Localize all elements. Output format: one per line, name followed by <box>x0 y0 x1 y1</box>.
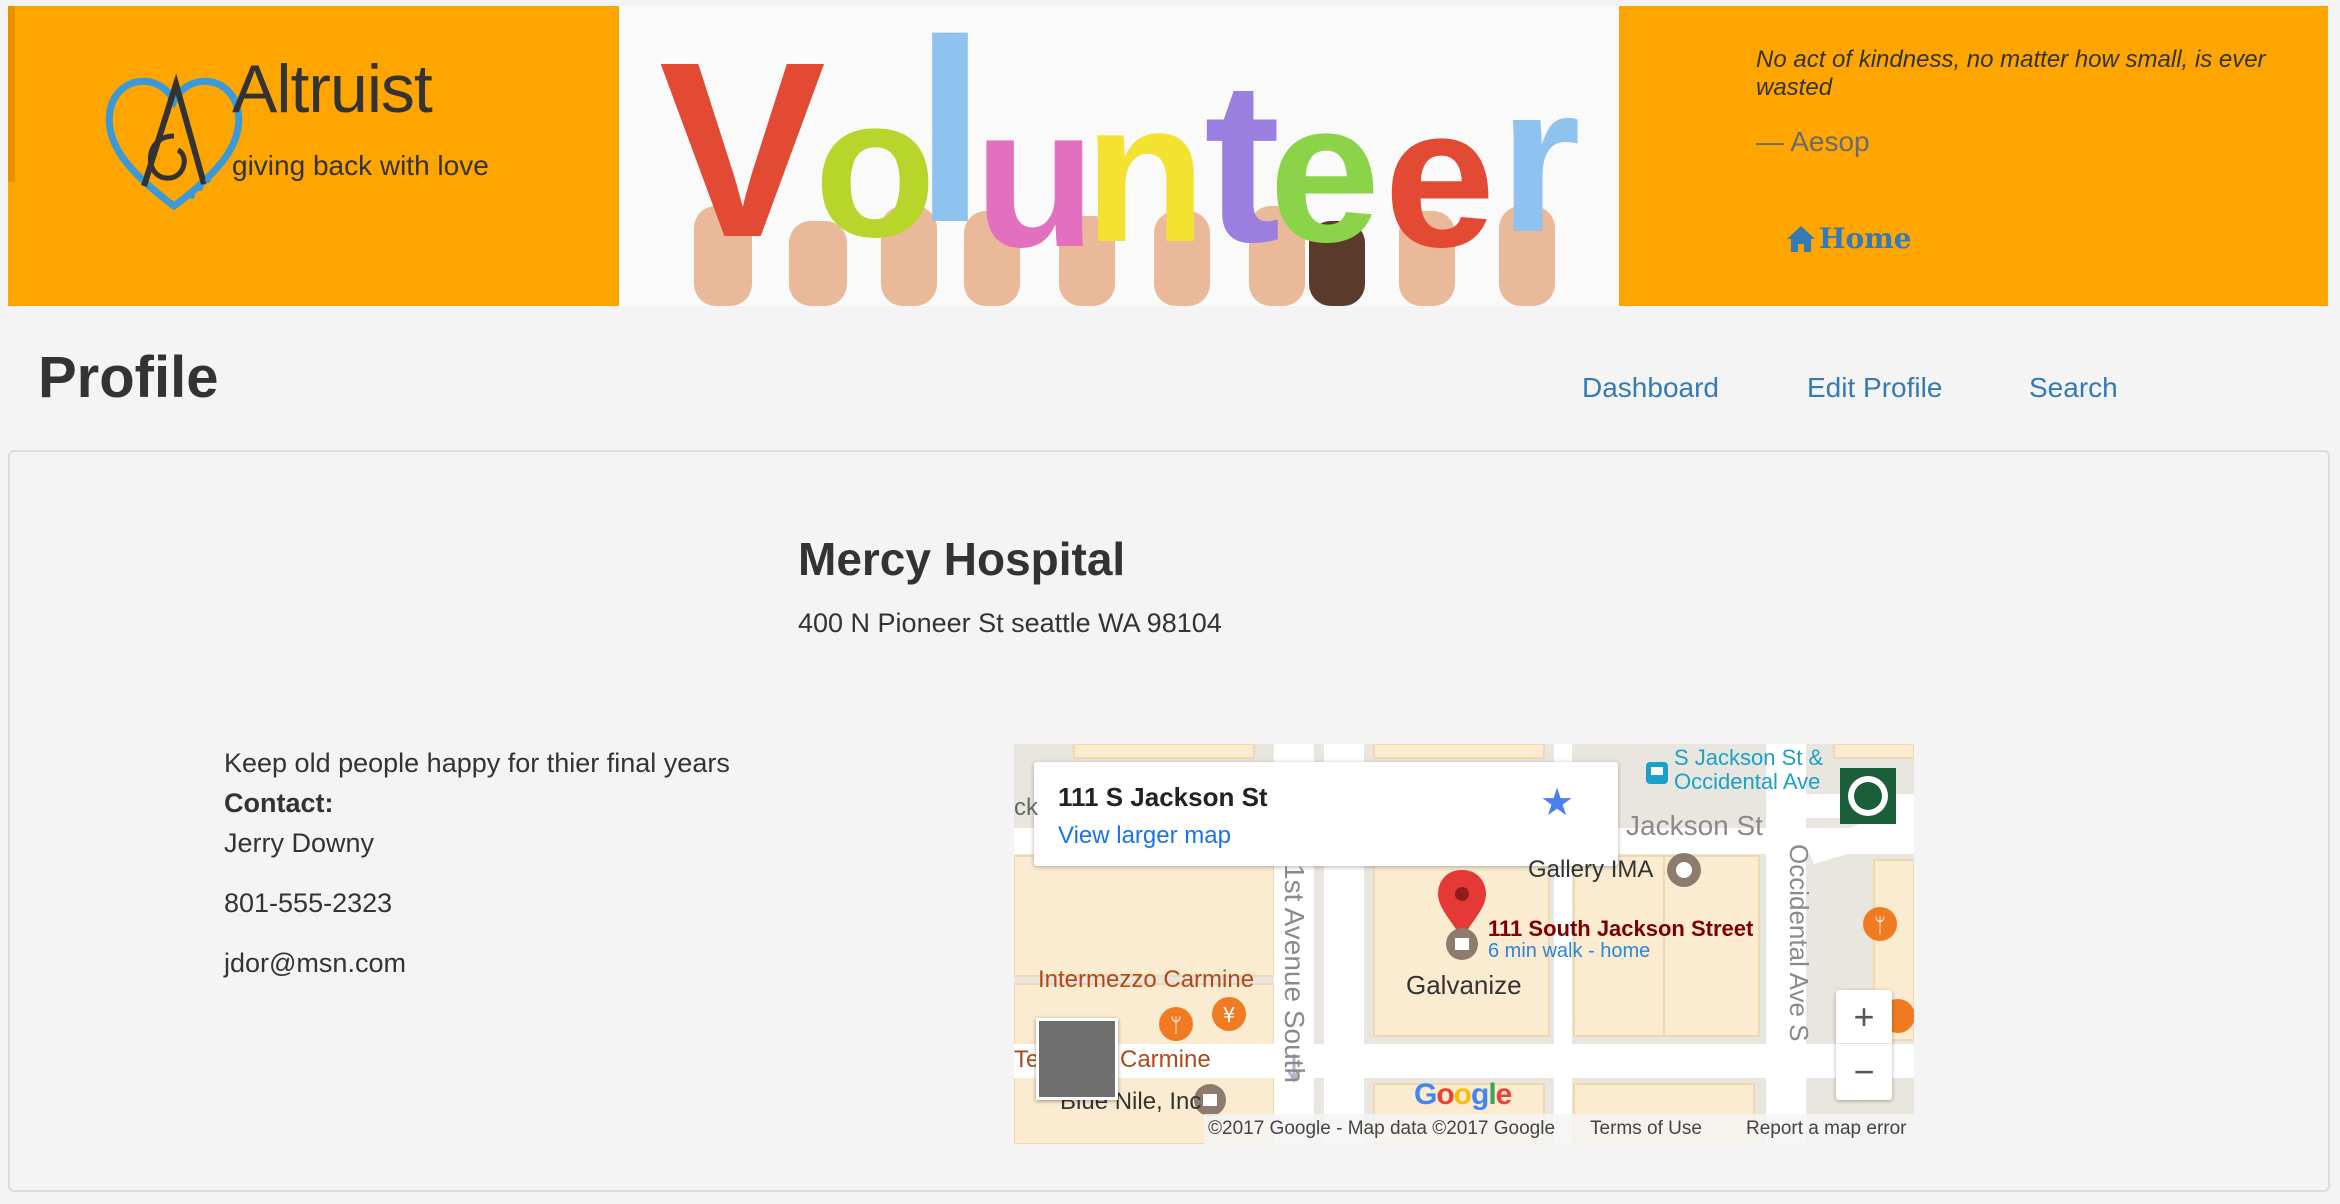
map-label-carmine: Carmine <box>1120 1046 1211 1073</box>
home-icon <box>1787 225 1815 252</box>
transit-stop-text: S Jackson St & Occidental Ave <box>1674 745 1824 794</box>
contact-name: Jerry Downy <box>224 828 375 858</box>
nav-dashboard-link[interactable]: Dashboard <box>1582 372 1719 404</box>
volunteer-banner-image: V o l u n t e e r <box>619 6 1619 306</box>
organization-name: Mercy Hospital <box>798 533 1126 585</box>
letter-n: n <box>1084 61 1206 284</box>
organization-address: 400 N Pioneer St seattle WA 98104 <box>798 608 1222 638</box>
header-banner: Altruist giving back with love V o l u n… <box>8 6 2328 306</box>
brand-edge <box>8 6 15 182</box>
report-map-error-link[interactable]: Report a map error <box>1746 1118 1907 1140</box>
map-card-title: 111 S Jackson St <box>1058 782 1268 812</box>
contact-email: jdor@msn.com <box>224 948 406 978</box>
letter-v: V <box>659 10 826 289</box>
brand-tagline: giving back with love <box>232 150 489 181</box>
map-pin-title[interactable]: 111 South Jackson Street <box>1488 916 1753 942</box>
map-label-galvanize: Galvanize <box>1406 970 1522 1000</box>
volunteer-letters-illustration: V o l u n t e e r <box>659 6 1581 306</box>
map-attribution-bar: ©2017 Google - Map data ©2017 Google Ter… <box>1204 1114 1914 1144</box>
quote-author: — Aesop <box>1756 126 1870 157</box>
letter-r: r <box>1499 41 1581 276</box>
zoom-control: + − <box>1836 990 1892 1100</box>
street-label-occidental: Occidental Ave S <box>1784 844 1814 1042</box>
contact-phone: 801-555-2323 <box>224 888 393 918</box>
contact-label: Contact: <box>224 788 334 818</box>
location-map[interactable]: ¥ ᛘ ᛘ 111 S Jackson St View larger map ★… <box>1014 744 1914 1144</box>
street-label-first-ave: 1st Avenue South <box>1279 864 1310 1083</box>
quote-panel: No act of kindness, no matter how small,… <box>1619 6 2328 306</box>
quote-text: No act of kindness, no matter how small,… <box>1756 46 2266 101</box>
satellite-toggle[interactable] <box>1036 1018 1118 1100</box>
nav-edit-profile-link[interactable]: Edit Profile <box>1807 372 1942 404</box>
google-logo: Google <box>1414 1078 1512 1111</box>
home-link[interactable]: Home <box>1785 222 1912 255</box>
view-larger-map-link[interactable]: View larger map <box>1058 822 1231 850</box>
terms-of-use-link[interactable]: Terms of Use <box>1590 1118 1702 1140</box>
zoom-out-button[interactable]: − <box>1836 1045 1892 1099</box>
map-label-intermezzo: Intermezzo Carmine <box>1038 966 1255 993</box>
map-label-gallery: Gallery IMA <box>1528 856 1654 883</box>
organization-description: Keep old people happy for thier final ye… <box>224 748 730 778</box>
heart-logo-icon <box>105 73 243 211</box>
letter-u: u <box>974 66 1096 289</box>
letter-e2: e <box>1384 66 1495 289</box>
home-link-label: Home <box>1819 222 1912 255</box>
brand-name: Altruist <box>232 51 433 127</box>
zoom-in-button[interactable]: + <box>1836 990 1892 1044</box>
page-title: Profile <box>38 345 219 410</box>
letter-e1: e <box>1269 61 1380 284</box>
map-info-card: 111 S Jackson St View larger map ★ <box>1034 762 1618 866</box>
map-pin-subtitle: 6 min walk - home <box>1488 940 1651 962</box>
save-star-icon[interactable]: ★ <box>1540 780 1574 825</box>
svg-text:ᛘ: ᛘ <box>1170 1013 1182 1037</box>
map-label-fragment: ck <box>1014 794 1038 821</box>
nav-search-link[interactable]: Search <box>2029 372 2118 404</box>
map-copyright: ©2017 Google - Map data ©2017 Google <box>1208 1118 1556 1139</box>
transit-stop-label[interactable]: S Jackson St & Occidental Ave <box>1674 746 1844 794</box>
street-label-jackson: Jackson St <box>1626 810 1763 841</box>
profile-panel: Mercy Hospital 400 N Pioneer St seattle … <box>8 450 2330 1192</box>
brand-panel: Altruist giving back with love <box>8 6 619 306</box>
svg-text:ᛘ: ᛘ <box>1874 913 1886 937</box>
svg-text:¥: ¥ <box>1223 1003 1236 1027</box>
